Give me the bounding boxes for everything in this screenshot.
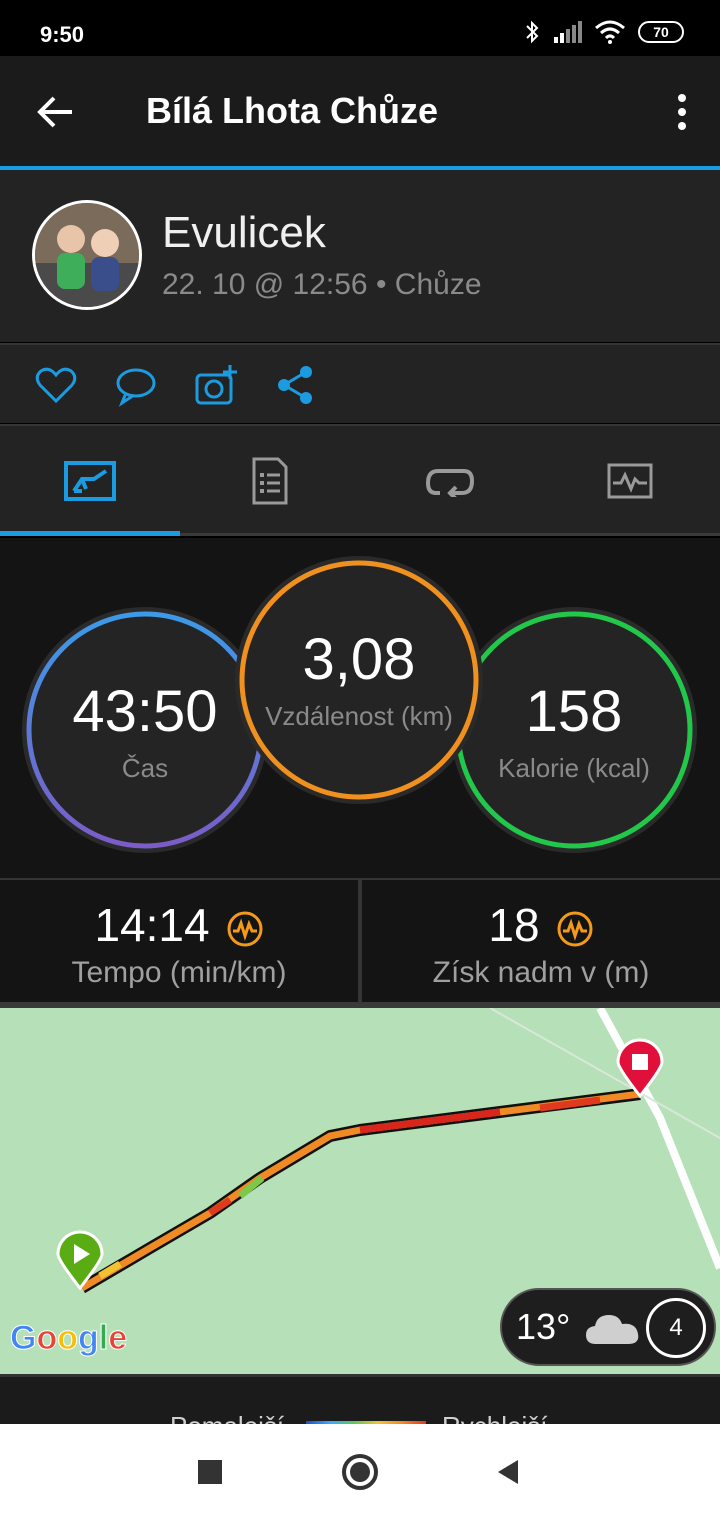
route-map[interactable]: Google 13° 4 (0, 1002, 720, 1374)
tab-laps[interactable] (360, 426, 540, 536)
pace-legend: Pomalejší Rychlejší (0, 1374, 720, 1424)
legend-slower: Pomalejší (170, 1411, 284, 1424)
status-time: 9:50 (40, 22, 85, 47)
home-icon[interactable] (340, 1452, 380, 1492)
recents-icon[interactable] (190, 1452, 230, 1492)
elevation-label: Získ nadm v (m) (432, 956, 650, 989)
signal-icon (554, 21, 582, 43)
social-actions (0, 343, 720, 423)
time-value: 43:50 (72, 679, 218, 744)
add-photo-icon[interactable] (194, 363, 238, 407)
cloud-icon (586, 1315, 639, 1344)
heart-rate-icon (227, 911, 263, 947)
more-options-icon[interactable] (670, 90, 694, 134)
elevation-metric[interactable]: 18 Získ nadm v (m) (362, 880, 720, 1004)
weather-temperature: 13° (516, 1306, 571, 1347)
time-stat: 43:50 Čas (32, 618, 258, 844)
calories-stat: 158 Kalorie (kcal) (461, 618, 687, 844)
back-arrow-icon[interactable] (32, 88, 80, 136)
tab-charts[interactable] (540, 426, 720, 536)
pace-value: 14:14 (94, 899, 210, 951)
finish-marker-icon (616, 1038, 664, 1099)
distance-stat: 3,08 Vzdálenost (km) (246, 566, 472, 792)
system-nav-bar (0, 1424, 720, 1520)
comment-icon[interactable] (114, 363, 158, 407)
wind-value: 4 (669, 1314, 683, 1341)
tab-indicator (0, 531, 180, 536)
time-label: Čas (121, 753, 169, 783)
user-name[interactable]: Evulicek (162, 208, 326, 258)
stats-panel: 43:50 Čas 3,08 Vzdálenost (km) 158 Kalor… (0, 538, 720, 878)
activity-meta: 22. 10 @ 12:56 • Chůze (162, 268, 482, 301)
back-icon[interactable] (488, 1452, 528, 1492)
weather-badge[interactable]: 13° 4 (500, 1288, 716, 1366)
chart-pulse-icon (607, 463, 653, 499)
share-icon[interactable] (274, 363, 318, 407)
metrics-row: 14:14 Tempo (min/km) 18 Získ nadm v (m) (0, 878, 720, 1004)
heart-icon[interactable] (34, 363, 78, 407)
activity-tabs (0, 424, 720, 536)
avatar[interactable] (32, 200, 142, 310)
app-bar: Bílá Lhota Chůze (0, 56, 720, 168)
legend-faster: Rychlejší (442, 1411, 547, 1424)
bluetooth-icon (526, 20, 539, 44)
calories-label: Kalorie (kcal) (498, 753, 650, 783)
details-list-icon (252, 457, 288, 505)
status-icons: 70 (524, 20, 684, 44)
distance-label: Vzdálenost (km) (265, 701, 453, 731)
summary-icon (64, 461, 116, 501)
battery-indicator: 70 (638, 21, 684, 43)
wifi-icon (595, 20, 625, 44)
activity-header: Evulicek 22. 10 @ 12:56 • Chůze (0, 170, 720, 342)
page-title: Bílá Lhota Chůze (146, 90, 439, 131)
pace-label: Tempo (min/km) (71, 956, 287, 989)
status-bar: 9:50 70 (0, 0, 720, 56)
distance-value: 3,08 (302, 627, 416, 692)
calories-value: 158 (525, 679, 623, 744)
wind-indicator: 4 (646, 1298, 706, 1358)
google-logo: Google (9, 1319, 128, 1358)
tab-summary[interactable] (0, 426, 180, 536)
elevation-value: 18 (488, 899, 540, 951)
heart-rate-icon (557, 911, 593, 947)
pace-metric[interactable]: 14:14 Tempo (min/km) (0, 880, 358, 1004)
tab-details[interactable] (180, 426, 360, 536)
laps-loop-icon (426, 469, 474, 497)
